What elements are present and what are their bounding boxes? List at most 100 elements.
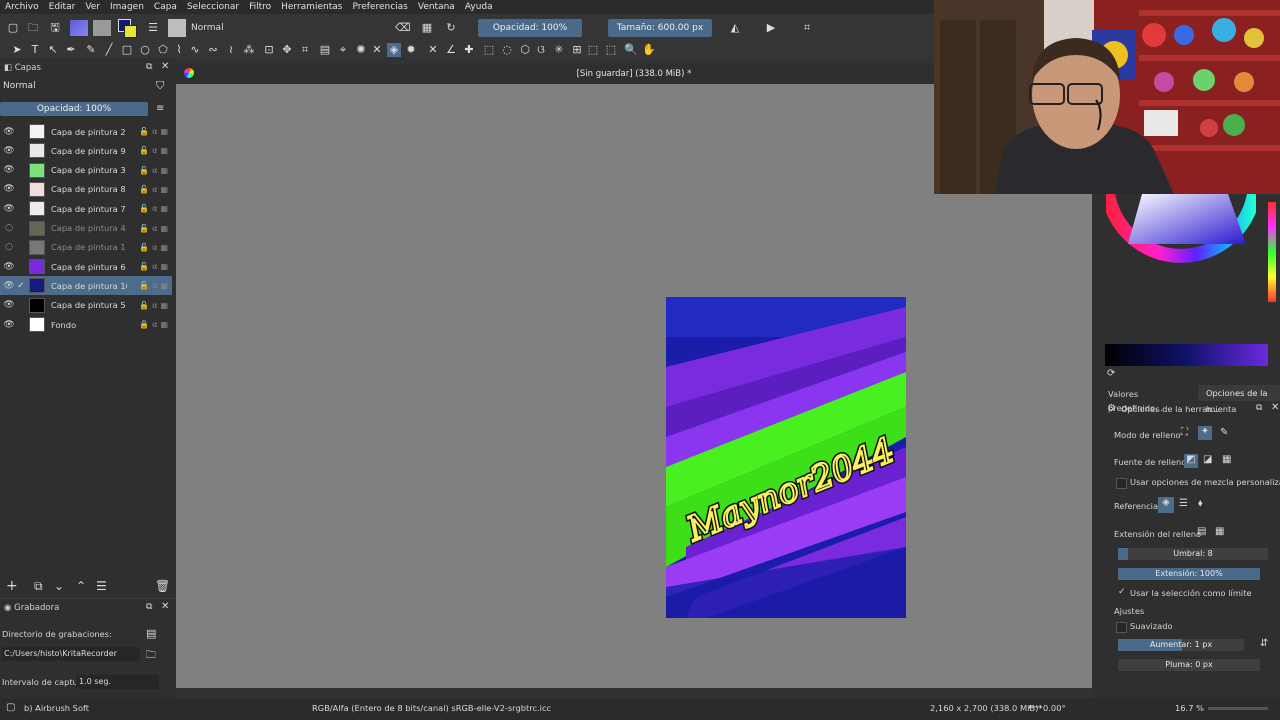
use-selection-checkbox[interactable]: ✓ — [1118, 587, 1126, 597]
fill-background-icon[interactable]: ◪ — [1203, 454, 1212, 465]
reference-images-icon[interactable]: ✚ — [462, 43, 476, 57]
bezier-selection-icon[interactable]: ⬚ — [586, 43, 600, 57]
color-sliders[interactable] — [1105, 344, 1268, 366]
multibrush-icon[interactable]: ⁂ — [242, 43, 256, 57]
smart-patch-icon[interactable]: ✕ — [370, 43, 384, 57]
float-recorder-icon[interactable]: ⧉ — [146, 602, 152, 612]
alpha-lock-icon[interactable]: α — [152, 301, 157, 310]
grow-slider[interactable]: Aumentar: 1 px — [1118, 639, 1244, 651]
alpha-lock-icon[interactable]: α — [152, 146, 157, 155]
menu-item-herramientas[interactable]: Herramientas — [276, 2, 347, 12]
zoom-value[interactable]: 16.7 % — [1175, 703, 1204, 713]
extent-boundary-icon[interactable]: ▦ — [1215, 526, 1224, 537]
menu-item-ayuda[interactable]: Ayuda — [460, 2, 498, 12]
measure-tool-icon[interactable]: ∠ — [444, 43, 458, 57]
alpha-lock-icon[interactable]: α — [152, 204, 157, 213]
layer-lock-icon[interactable]: 🔒 — [139, 320, 149, 329]
reference-all-layers-icon[interactable]: ☰ — [1179, 498, 1188, 509]
layer-row[interactable]: 👁 Capa de pintura 6 🔓 α ▦ — [0, 257, 172, 276]
fill-tool-icon[interactable]: ◈ — [387, 43, 401, 57]
layer-visibility-icon[interactable]: 👁 — [3, 281, 15, 291]
dynamic-brush-icon[interactable]: ≀ — [224, 43, 238, 57]
inherit-alpha-icon[interactable]: ▦ — [160, 224, 168, 233]
blend-mode-select[interactable]: Normal — [188, 19, 389, 37]
magnetic-selection-icon[interactable]: ⬚ — [604, 43, 618, 57]
add-layer-icon[interactable]: + — [6, 578, 18, 594]
layer-lock-icon[interactable]: 🔓 — [139, 224, 149, 233]
calligraphy-icon[interactable]: ✒ — [64, 43, 78, 57]
crop-tool-icon[interactable]: ⌗ — [298, 43, 312, 57]
reload-preset-icon[interactable]: ↻ — [444, 21, 458, 35]
layer-lock-icon[interactable]: 🔓 — [139, 146, 149, 155]
reference-labeled-layers-icon[interactable]: ⬧ — [1198, 498, 1203, 509]
transform-tool-icon[interactable]: ⊡ — [262, 43, 276, 57]
layer-row[interactable]: 👁 ✓ Capa de pintura 10 🔓 α ▦ — [0, 276, 172, 296]
rect-selection-icon[interactable]: ⬚ — [482, 43, 496, 57]
mirror-vertical-icon[interactable]: ▶ — [764, 21, 778, 35]
layer-row[interactable]: 👁 Capa de pintura 8 🔓 α ▦ — [0, 180, 172, 199]
inherit-alpha-icon[interactable]: ▦ — [160, 185, 168, 194]
menu-item-imagen[interactable]: Imagen — [105, 2, 149, 12]
duplicate-layer-icon[interactable]: ⧉ — [34, 579, 43, 594]
rotation-icon[interactable]: ⟷ — [1028, 702, 1042, 713]
grow-options-icon[interactable]: ⇵ — [1260, 638, 1268, 649]
tab-brush-presets[interactable]: Valores predefinido... — [1108, 387, 1188, 413]
refresh-icon[interactable]: ⟳ — [1107, 368, 1115, 379]
layer-lock-icon[interactable]: 🔓 — [139, 281, 149, 290]
alpha-lock-icon[interactable]: α — [152, 166, 157, 175]
tab-tool-options[interactable]: Opciones de la h... — [1198, 385, 1280, 414]
assistant-tool-icon[interactable]: ✕ — [426, 43, 440, 57]
edit-shapes-icon[interactable]: ↖ — [46, 43, 60, 57]
recordings-directory-input[interactable]: C:/Users/histo\KritaRecorder — [2, 647, 140, 661]
layer-row[interactable]: 👁 Fondo 🔒 α ▦ — [0, 315, 172, 334]
layer-properties-icon[interactable]: ☰ — [96, 579, 107, 593]
fill-picker-icon[interactable]: ✎ — [1220, 427, 1228, 438]
layer-visibility-icon[interactable]: 👁 — [3, 300, 15, 310]
line-tool-icon[interactable]: ╱ — [102, 43, 116, 57]
layer-row[interactable]: 👁 Capa de pintura 2 🔓 α ▦ — [0, 122, 172, 141]
inherit-alpha-icon[interactable]: ▦ — [160, 281, 168, 290]
rectangle-tool-icon[interactable]: □ — [120, 43, 134, 57]
menu-item-preferencias[interactable]: Preferencias — [347, 2, 412, 12]
similar-selection-icon[interactable]: ⊞ — [570, 43, 584, 57]
bezier-tool-icon[interactable]: ∿ — [188, 43, 202, 57]
ellipse-selection-icon[interactable]: ◌ — [500, 43, 514, 57]
new-document-icon[interactable]: ▢ — [6, 21, 20, 35]
move-layer-up-icon[interactable]: ⌃ — [76, 579, 86, 593]
inherit-alpha-icon[interactable]: ▦ — [160, 262, 168, 271]
polygon-selection-icon[interactable]: ⬡ — [518, 43, 532, 57]
feather-slider[interactable]: Pluma: 0 px — [1118, 659, 1260, 671]
brush-preset-icon[interactable]: ▢ — [6, 702, 15, 713]
alpha-lock-icon[interactable]: ▦ — [420, 21, 434, 35]
inherit-alpha-icon[interactable]: ▦ — [160, 243, 168, 252]
filter-icon[interactable]: ⛉ — [156, 79, 164, 93]
ellipse-tool-icon[interactable]: ○ — [138, 43, 152, 57]
polyline-tool-icon[interactable]: ⌇ — [172, 43, 186, 57]
text-tool-icon[interactable]: T — [28, 43, 42, 57]
menu-item-archivo[interactable]: Archivo — [0, 2, 44, 12]
layer-lock-icon[interactable]: 🔓 — [139, 166, 149, 175]
zoom-tool-icon[interactable]: 🔍 — [624, 43, 638, 57]
browse-folder-icon[interactable]: 🗀 — [146, 648, 156, 665]
freehand-path-icon[interactable]: ∾ — [206, 43, 220, 57]
gradient-tool-icon[interactable]: ▤ — [318, 43, 332, 57]
layer-visibility-icon[interactable]: 👁 — [3, 320, 15, 330]
eraser-icon[interactable]: ⌫ — [395, 21, 411, 35]
layer-select-check[interactable]: ✓ — [15, 281, 27, 291]
layer-opacity-slider[interactable]: Opacidad: 100% — [0, 102, 148, 116]
freehand-selection-icon[interactable]: ଓ — [534, 43, 548, 57]
enclose-fill-icon[interactable]: ✹ — [404, 43, 418, 57]
layer-lock-icon[interactable]: 🔓 — [139, 301, 149, 310]
layer-visibility-icon[interactable]: 👁 — [3, 127, 15, 137]
opacity-slider[interactable]: Opacidad: 100% — [478, 19, 582, 37]
layer-row[interactable]: ◌ Capa de pintura 4 🔓 α ▦ — [0, 219, 172, 238]
layer-options-icon[interactable]: ≡ — [156, 103, 164, 114]
layer-visibility-icon[interactable]: 👁 — [3, 262, 15, 272]
polygon-tool-icon[interactable]: ⬠ — [156, 43, 170, 57]
inherit-alpha-icon[interactable]: ▦ — [160, 127, 168, 136]
smoothing-checkbox[interactable] — [1116, 622, 1127, 633]
extension-slider[interactable]: Extensión: 100% — [1118, 568, 1260, 580]
brush-preset-thumbnail[interactable] — [168, 19, 186, 37]
alpha-lock-icon[interactable]: α — [152, 320, 157, 329]
alpha-lock-icon[interactable]: α — [152, 224, 157, 233]
